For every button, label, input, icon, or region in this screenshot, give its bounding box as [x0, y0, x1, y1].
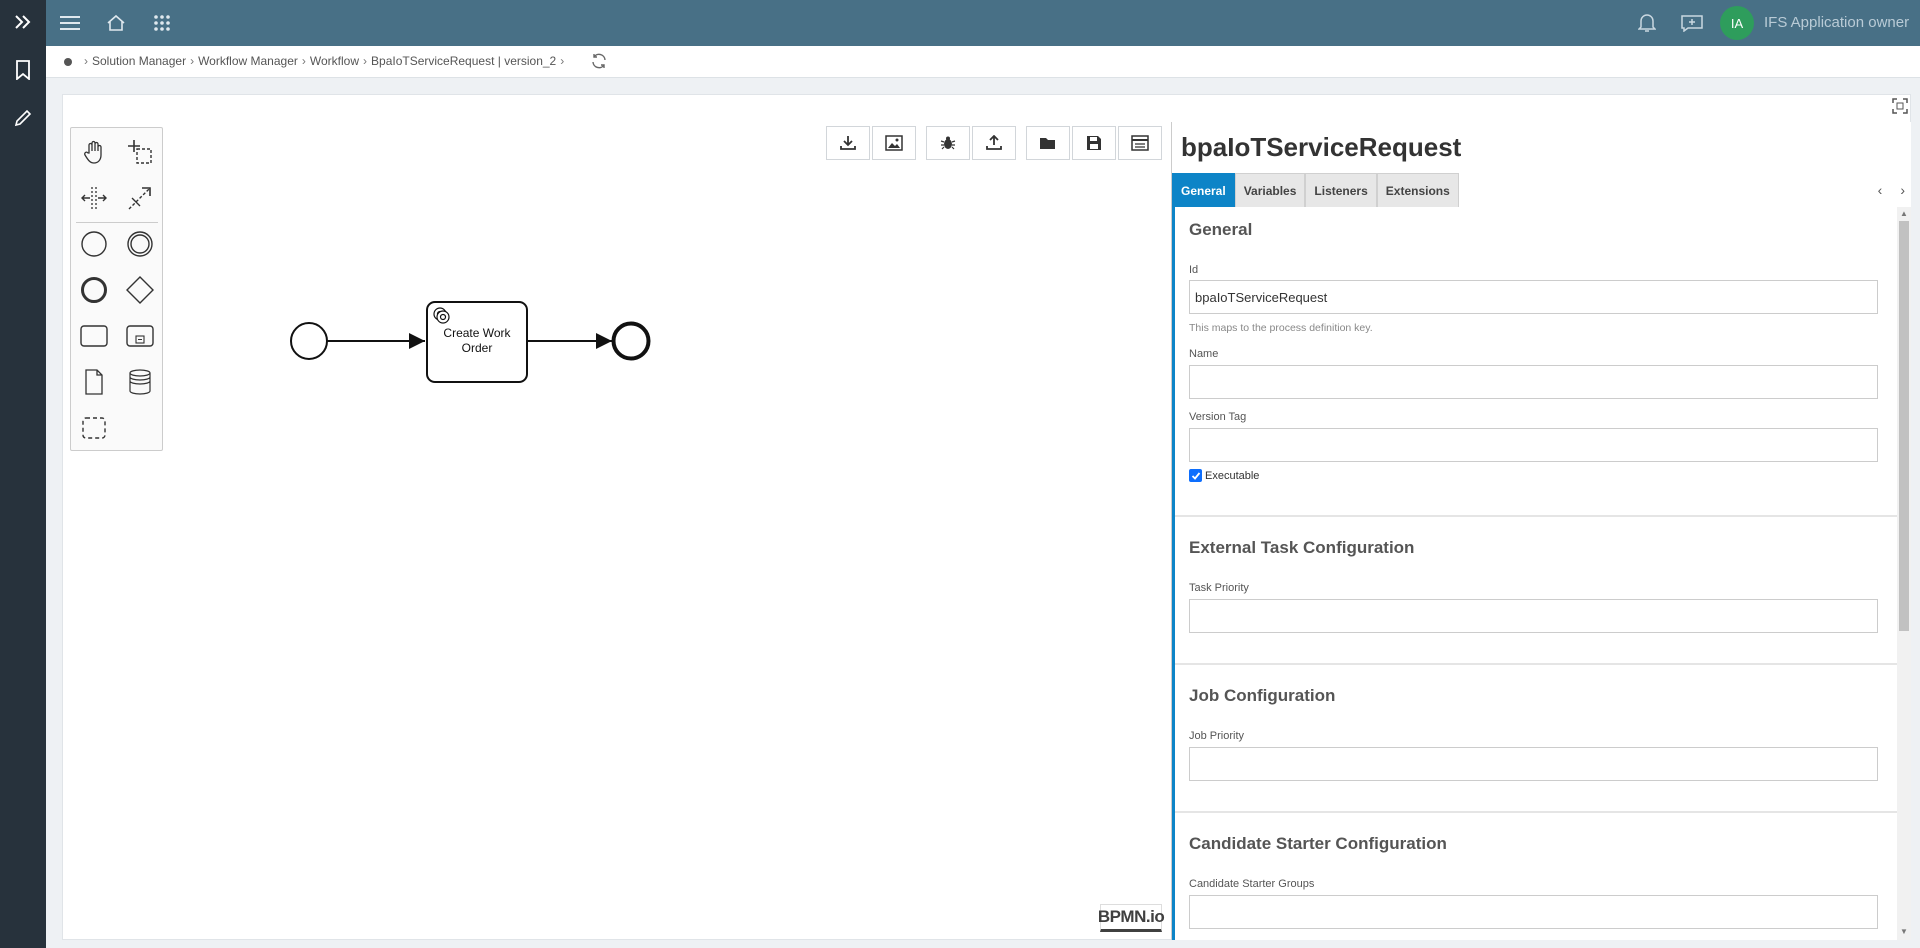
tab-extensions[interactable]: Extensions: [1376, 173, 1459, 207]
bpmn-io-logo[interactable]: BPMN.io: [1098, 904, 1165, 932]
task-label: Create Work Order: [427, 326, 527, 356]
chevron-right-icon: ›: [560, 54, 565, 68]
id-input[interactable]: [1189, 280, 1878, 314]
task-label-line-2: Order: [461, 341, 493, 355]
start-event-icon[interactable]: [74, 224, 114, 264]
executable-label[interactable]: Executable: [1205, 470, 1259, 482]
feedback-icon[interactable]: [1672, 0, 1712, 46]
candidate-groups-input[interactable]: [1189, 895, 1878, 929]
tab-variables[interactable]: Variables: [1234, 173, 1306, 207]
gateway-icon[interactable]: [120, 270, 160, 310]
group-icon[interactable]: [74, 408, 114, 448]
bookmark-icon[interactable]: [0, 48, 46, 92]
breadcrumb-solution-manager[interactable]: Solution Manager: [92, 54, 186, 68]
apps-grid-icon[interactable]: [142, 0, 182, 46]
job-priority-input[interactable]: [1189, 747, 1878, 781]
data-object-icon[interactable]: [74, 362, 114, 402]
lasso-tool-icon[interactable]: [120, 132, 160, 172]
breadcrumb-current[interactable]: BpaIoTServiceRequest | version_2: [371, 54, 556, 68]
breadcrumb-workflow-manager[interactable]: Workflow Manager: [198, 54, 298, 68]
export-image-icon[interactable]: [872, 126, 916, 160]
properties-title: bpaIoTServiceRequest: [1181, 132, 1462, 162]
end-event[interactable]: [611, 321, 651, 361]
fullscreen-icon[interactable]: [1892, 98, 1908, 114]
task-priority-input[interactable]: [1189, 599, 1878, 633]
chevron-right-icon: ›: [363, 54, 368, 68]
home-icon[interactable]: [96, 0, 136, 46]
end-event-icon[interactable]: [74, 270, 114, 310]
chevron-right-icon: ›: [190, 54, 195, 68]
group-title-candidate-starter: Candidate Starter Configuration: [1189, 834, 1447, 853]
bpmn-palette: [70, 127, 163, 451]
hamburger-menu-icon[interactable]: [50, 0, 90, 46]
group-title-external-task: External Task Configuration: [1189, 538, 1415, 557]
tab-listeners[interactable]: Listeners: [1305, 173, 1377, 207]
toggle-properties-panel-icon[interactable]: [1118, 126, 1162, 160]
name-textarea[interactable]: [1189, 365, 1878, 399]
scroll-down-icon[interactable]: ▼: [1900, 927, 1908, 936]
properties-panel: bpaIoTServiceRequest General Variables L…: [1171, 122, 1911, 940]
name-label: Name: [1189, 348, 1219, 360]
top-bar: IA IFS Application owner: [46, 0, 1920, 46]
refresh-icon[interactable]: [590, 52, 610, 72]
space-tool-icon[interactable]: [74, 178, 114, 218]
scroll-up-icon[interactable]: ▲: [1900, 209, 1908, 218]
download-icon[interactable]: [826, 126, 870, 160]
global-connect-tool-icon[interactable]: [120, 178, 160, 218]
version-tag-label: Version Tag: [1189, 411, 1247, 423]
expand-navigator-icon[interactable]: [0, 0, 46, 44]
id-description: This maps to the process definition key.: [1189, 322, 1373, 334]
notification-bell-icon[interactable]: [1627, 0, 1667, 46]
debug-bug-icon[interactable]: [926, 126, 970, 160]
executable-row: Executable: [1189, 469, 1259, 482]
user-avatar[interactable]: IA: [1720, 6, 1754, 40]
start-event[interactable]: [290, 322, 328, 360]
job-priority-label: Job Priority: [1189, 730, 1245, 742]
breadcrumb-bar: › Solution Manager › Workflow Manager › …: [46, 46, 1920, 78]
scroll-thumb[interactable]: [1899, 221, 1909, 631]
breadcrumb-workflow[interactable]: Workflow: [310, 54, 359, 68]
chevron-right-icon: ›: [84, 54, 88, 68]
subprocess-icon[interactable]: [120, 316, 160, 356]
task-priority-label: Task Priority: [1189, 582, 1249, 594]
save-icon[interactable]: [1072, 126, 1116, 160]
group-title-general: General: [1189, 220, 1253, 239]
user-name[interactable]: IFS Application owner: [1764, 14, 1909, 31]
breadcrumb-home-dot[interactable]: [64, 58, 72, 66]
properties-scrollbar[interactable]: ▲ ▼: [1897, 207, 1911, 940]
hand-tool-icon[interactable]: [74, 132, 114, 172]
properties-body: General Id This maps to the process defi…: [1172, 207, 1897, 940]
data-store-icon[interactable]: [120, 362, 160, 402]
chevron-left-icon[interactable]: ‹: [1878, 182, 1883, 198]
tab-scroll-arrows: ‹ ›: [1878, 182, 1905, 198]
chevron-right-icon[interactable]: ›: [1900, 182, 1905, 198]
task-label-line-1: Create Work: [443, 326, 511, 340]
left-rail: [0, 0, 46, 948]
executable-checkbox[interactable]: [1189, 469, 1202, 482]
chevron-right-icon: ›: [301, 54, 306, 68]
candidate-groups-label: Candidate Starter Groups: [1189, 878, 1315, 890]
properties-tabs: General Variables Listeners Extensions: [1172, 173, 1459, 207]
id-label: Id: [1189, 264, 1199, 276]
deploy-upload-icon[interactable]: [972, 126, 1016, 160]
intermediate-event-icon[interactable]: [120, 224, 160, 264]
task-icon[interactable]: [74, 316, 114, 356]
version-tag-input[interactable]: [1189, 428, 1878, 462]
edit-pencil-icon[interactable]: [0, 96, 46, 140]
breadcrumb: › Solution Manager › Workflow Manager › …: [80, 54, 568, 68]
open-folder-icon[interactable]: [1026, 126, 1070, 160]
tab-general[interactable]: General: [1172, 173, 1235, 207]
group-title-job: Job Configuration: [1189, 686, 1336, 705]
